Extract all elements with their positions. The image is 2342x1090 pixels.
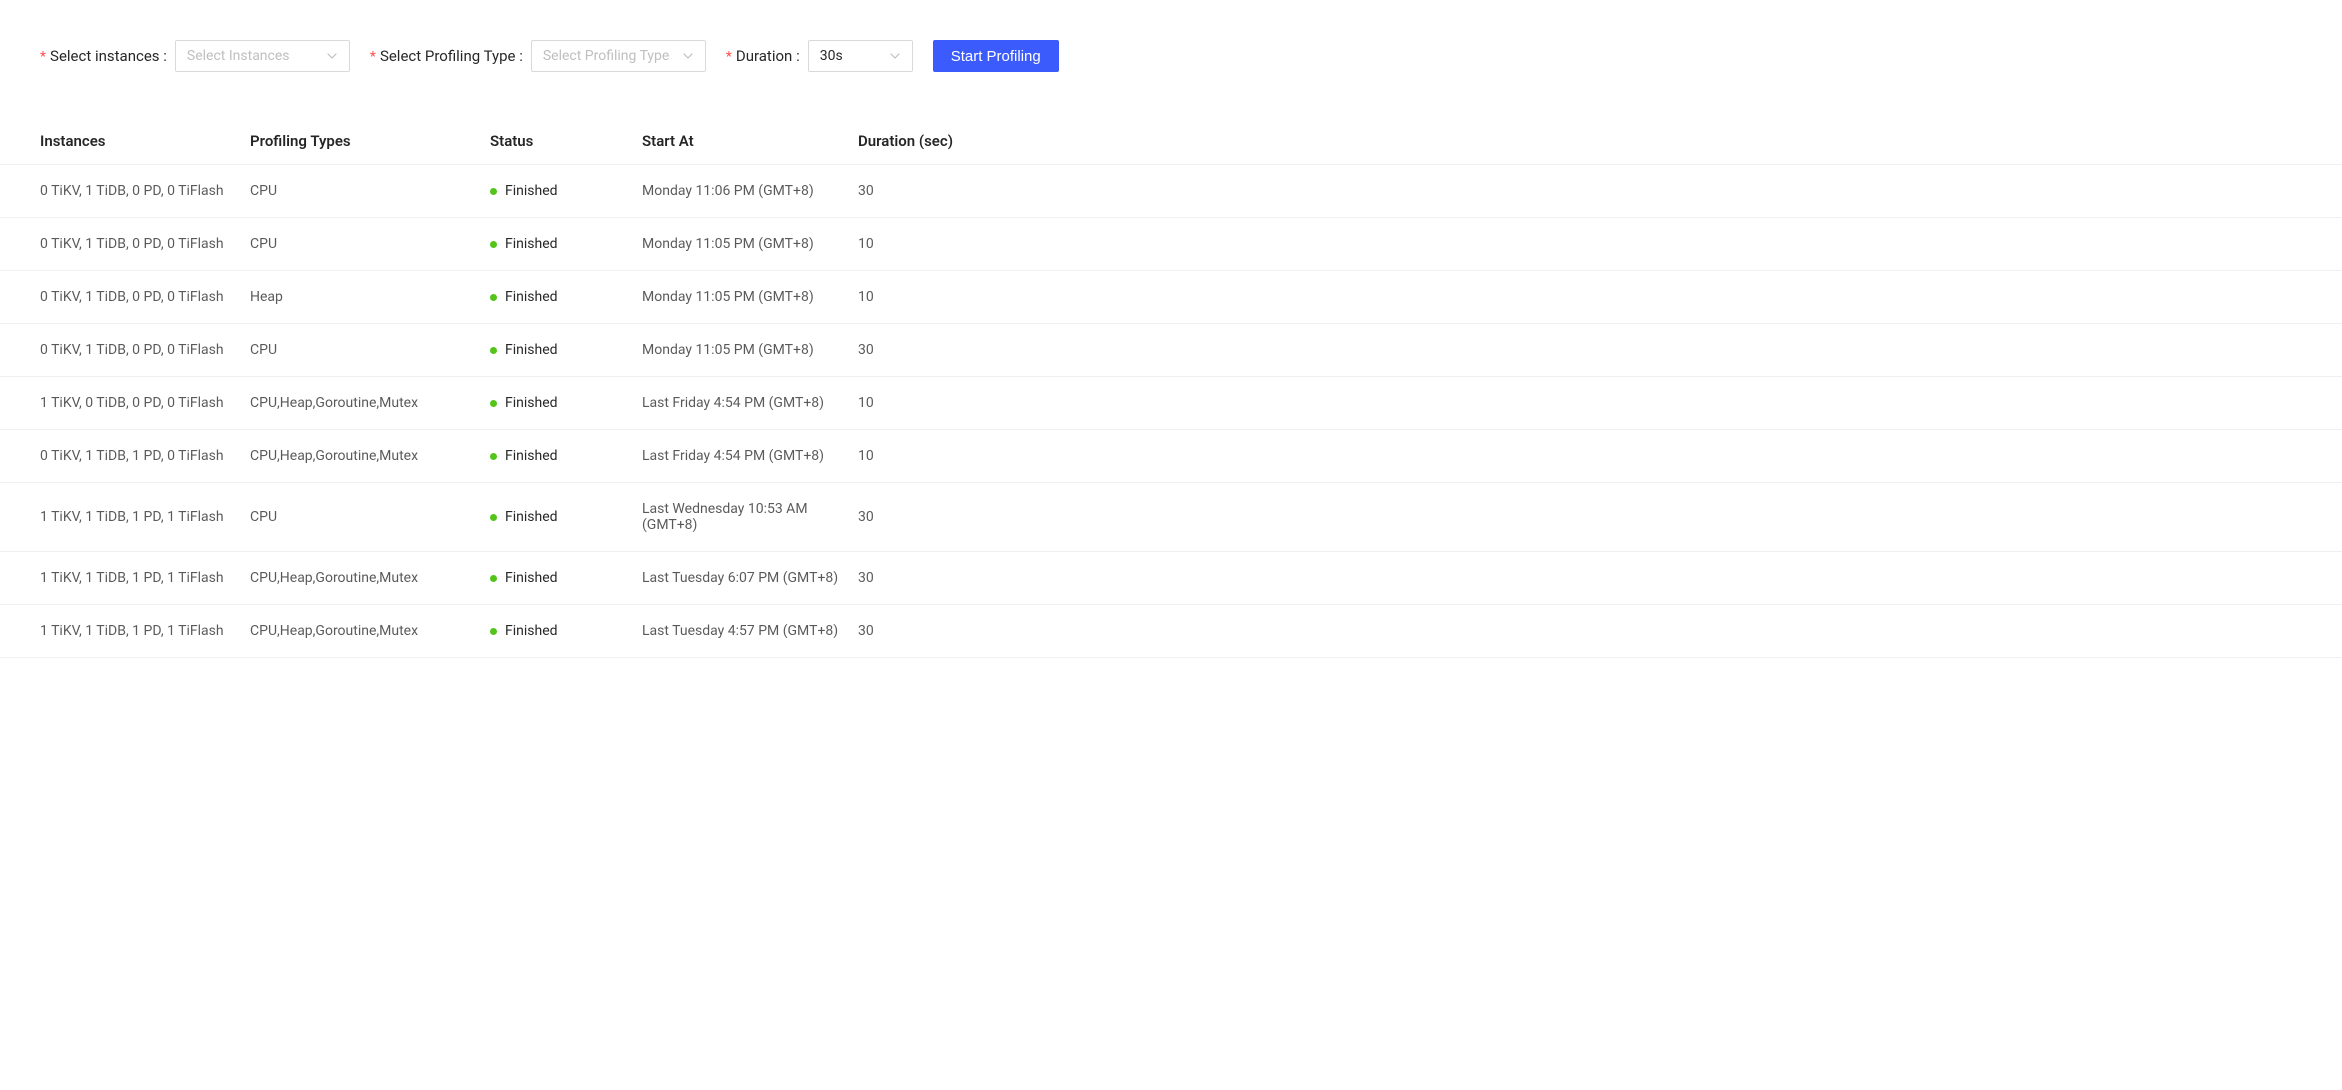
header-status: Status xyxy=(490,132,642,150)
table-row[interactable]: 1 TiKV, 1 TiDB, 1 PD, 1 TiFlashCPU,Heap,… xyxy=(0,552,2342,605)
profiling-type-label: *Select Profiling Type : xyxy=(370,47,523,65)
chevron-down-icon xyxy=(682,50,694,62)
cell-start-at: Monday 11:06 PM (GMT+8) xyxy=(642,183,858,199)
cell-duration: 30 xyxy=(858,183,978,199)
cell-profiling-types: CPU xyxy=(250,236,490,252)
table-row[interactable]: 0 TiKV, 1 TiDB, 0 PD, 0 TiFlashCPU Finish… xyxy=(0,324,2342,377)
cell-start-at: Monday 11:05 PM (GMT+8) xyxy=(642,342,858,358)
table-row[interactable]: 0 TiKV, 1 TiDB, 1 PD, 0 TiFlashCPU,Heap,… xyxy=(0,430,2342,483)
status-dot-icon xyxy=(490,400,497,407)
cell-start-at: Monday 11:05 PM (GMT+8) xyxy=(642,289,858,305)
profiling-type-select[interactable]: Select Profiling Type xyxy=(531,40,706,72)
cell-instances: 1 TiKV, 1 TiDB, 1 PD, 1 TiFlash xyxy=(40,623,250,639)
profiling-type-field: *Select Profiling Type : Select Profilin… xyxy=(370,40,706,72)
status-text: Finished xyxy=(505,183,558,199)
instances-select[interactable]: Select Instances xyxy=(175,40,350,72)
table-row[interactable]: 1 TiKV, 1 TiDB, 1 PD, 1 TiFlashCPU Finish… xyxy=(0,483,2342,552)
header-start-at: Start At xyxy=(642,132,858,150)
cell-instances: 1 TiKV, 1 TiDB, 1 PD, 1 TiFlash xyxy=(40,570,250,586)
profiling-form: *Select instances : Select Instances *Se… xyxy=(0,40,2342,72)
status-dot-icon xyxy=(490,514,497,521)
status-text: Finished xyxy=(505,623,558,639)
status-dot-icon xyxy=(490,188,497,195)
cell-start-at: Last Friday 4:54 PM (GMT+8) xyxy=(642,395,858,411)
cell-instances: 0 TiKV, 1 TiDB, 0 PD, 0 TiFlash xyxy=(40,342,250,358)
cell-start-at: Last Friday 4:54 PM (GMT+8) xyxy=(642,448,858,464)
status-dot-icon xyxy=(490,347,497,354)
status-text: Finished xyxy=(505,448,558,464)
cell-status: Finished xyxy=(490,448,642,464)
cell-start-at: Last Wednesday 10:53 AM (GMT+8) xyxy=(642,501,858,533)
status-text: Finished xyxy=(505,289,558,305)
cell-instances: 0 TiKV, 1 TiDB, 0 PD, 0 TiFlash xyxy=(40,289,250,305)
status-dot-icon xyxy=(490,575,497,582)
instances-field: *Select instances : Select Instances xyxy=(40,40,350,72)
cell-status: Finished xyxy=(490,342,642,358)
cell-start-at: Last Tuesday 6:07 PM (GMT+8) xyxy=(642,570,858,586)
status-text: Finished xyxy=(505,509,558,525)
cell-duration: 10 xyxy=(858,395,978,411)
cell-instances: 1 TiKV, 1 TiDB, 1 PD, 1 TiFlash xyxy=(40,509,250,525)
cell-instances: 0 TiKV, 1 TiDB, 0 PD, 0 TiFlash xyxy=(40,183,250,199)
cell-status: Finished xyxy=(490,509,642,525)
table-row[interactable]: 0 TiKV, 1 TiDB, 0 PD, 0 TiFlashHeap Finis… xyxy=(0,271,2342,324)
cell-instances: 0 TiKV, 1 TiDB, 0 PD, 0 TiFlash xyxy=(40,236,250,252)
header-duration: Duration (sec) xyxy=(858,132,978,150)
status-text: Finished xyxy=(505,342,558,358)
status-text: Finished xyxy=(505,395,558,411)
duration-label: *Duration : xyxy=(726,47,800,65)
instances-placeholder: Select Instances xyxy=(187,48,290,64)
cell-status: Finished xyxy=(490,289,642,305)
header-profiling-types: Profiling Types xyxy=(250,132,490,150)
table-row[interactable]: 0 TiKV, 1 TiDB, 0 PD, 0 TiFlashCPU Finish… xyxy=(0,165,2342,218)
cell-status: Finished xyxy=(490,395,642,411)
status-text: Finished xyxy=(505,570,558,586)
instances-label: *Select instances : xyxy=(40,47,167,65)
cell-profiling-types: CPU xyxy=(250,509,490,525)
cell-duration: 10 xyxy=(858,448,978,464)
cell-profiling-types: CPU xyxy=(250,183,490,199)
status-dot-icon xyxy=(490,628,497,635)
cell-duration: 10 xyxy=(858,236,978,252)
cell-status: Finished xyxy=(490,236,642,252)
cell-profiling-types: Heap xyxy=(250,289,490,305)
status-dot-icon xyxy=(490,294,497,301)
cell-status: Finished xyxy=(490,570,642,586)
profiling-type-placeholder: Select Profiling Type xyxy=(543,48,670,64)
cell-profiling-types: CPU,Heap,Goroutine,Mutex xyxy=(250,395,490,411)
cell-profiling-types: CPU,Heap,Goroutine,Mutex xyxy=(250,570,490,586)
cell-instances: 1 TiKV, 0 TiDB, 0 PD, 0 TiFlash xyxy=(40,395,250,411)
duration-value: 30s xyxy=(820,48,843,64)
cell-profiling-types: CPU,Heap,Goroutine,Mutex xyxy=(250,448,490,464)
status-dot-icon xyxy=(490,453,497,460)
start-profiling-button[interactable]: Start Profiling xyxy=(933,40,1059,72)
cell-duration: 30 xyxy=(858,509,978,525)
status-text: Finished xyxy=(505,236,558,252)
cell-instances: 0 TiKV, 1 TiDB, 1 PD, 0 TiFlash xyxy=(40,448,250,464)
cell-status: Finished xyxy=(490,183,642,199)
chevron-down-icon xyxy=(326,50,338,62)
profiling-history-table: Instances Profiling Types Status Start A… xyxy=(0,132,2342,658)
header-instances: Instances xyxy=(40,132,250,150)
cell-start-at: Last Tuesday 4:57 PM (GMT+8) xyxy=(642,623,858,639)
duration-select[interactable]: 30s xyxy=(808,40,913,72)
cell-duration: 30 xyxy=(858,623,978,639)
duration-field: *Duration : 30s xyxy=(726,40,913,72)
cell-status: Finished xyxy=(490,623,642,639)
table-row[interactable]: 1 TiKV, 0 TiDB, 0 PD, 0 TiFlashCPU,Heap,… xyxy=(0,377,2342,430)
cell-duration: 30 xyxy=(858,570,978,586)
cell-duration: 10 xyxy=(858,289,978,305)
status-dot-icon xyxy=(490,241,497,248)
cell-duration: 30 xyxy=(858,342,978,358)
cell-start-at: Monday 11:05 PM (GMT+8) xyxy=(642,236,858,252)
cell-profiling-types: CPU xyxy=(250,342,490,358)
table-row[interactable]: 1 TiKV, 1 TiDB, 1 PD, 1 TiFlashCPU,Heap,… xyxy=(0,605,2342,658)
cell-profiling-types: CPU,Heap,Goroutine,Mutex xyxy=(250,623,490,639)
table-row[interactable]: 0 TiKV, 1 TiDB, 0 PD, 0 TiFlashCPU Finish… xyxy=(0,218,2342,271)
chevron-down-icon xyxy=(889,50,901,62)
table-body: 0 TiKV, 1 TiDB, 0 PD, 0 TiFlashCPUFinish… xyxy=(0,165,2342,658)
table-header: Instances Profiling Types Status Start A… xyxy=(0,132,2342,165)
